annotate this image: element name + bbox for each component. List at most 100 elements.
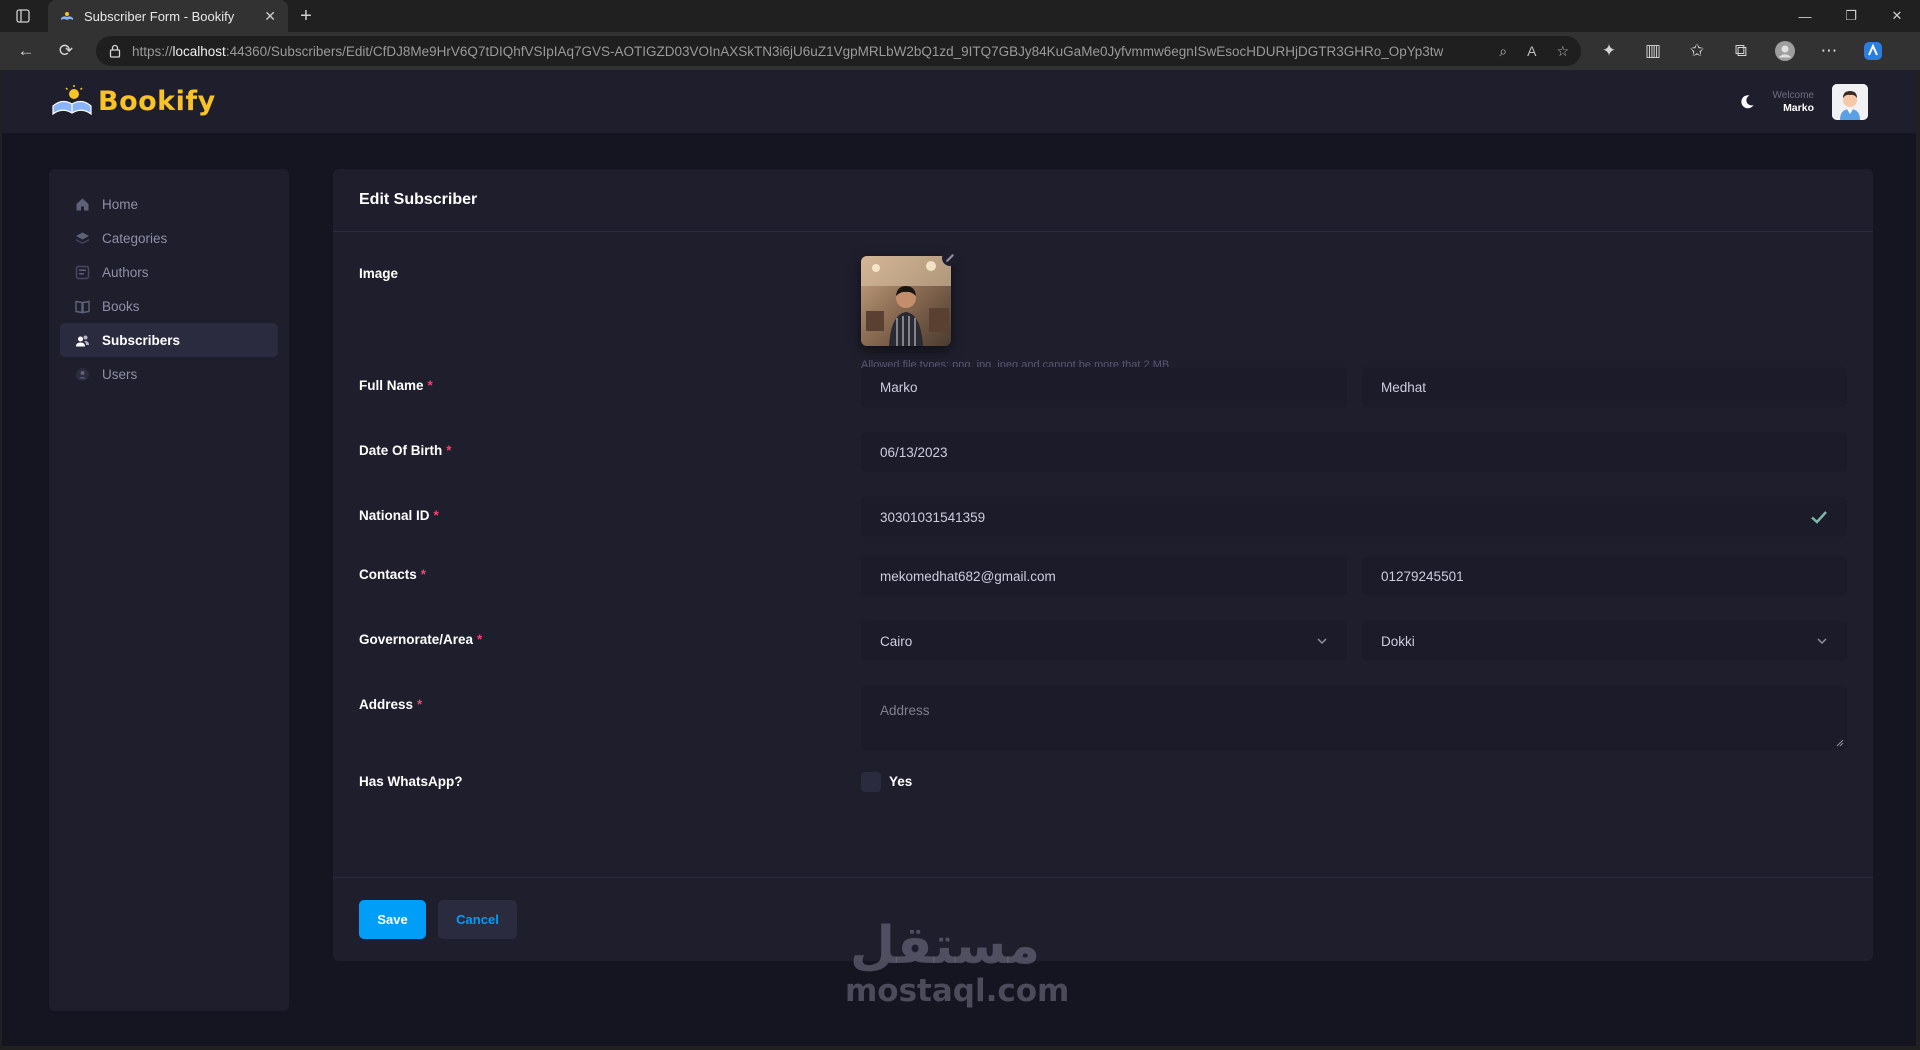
resize-handle-icon[interactable] — [1836, 739, 1844, 747]
sidebar-item-subscribers[interactable]: Subscribers — [60, 323, 278, 357]
extensions-button[interactable]: ✦ — [1591, 36, 1627, 66]
address-label-text: Address — [359, 697, 414, 712]
url-path: :44360/Subscribers/Edit/CfDJ8Me9HrV6Q7tD… — [225, 43, 1444, 59]
governorate-value: Cairo — [880, 633, 913, 649]
favorites-button[interactable]: ✩ — [1679, 36, 1715, 66]
first-name-input[interactable]: Marko — [861, 367, 1347, 407]
email-field[interactable]: mekomedhat682@gmail.com — [861, 556, 1347, 596]
more-button[interactable]: ⋯ — [1811, 36, 1847, 66]
first-name-value: Marko — [880, 379, 918, 395]
governorate-select[interactable]: Cairo — [861, 621, 1347, 661]
copilot-button[interactable] — [1855, 36, 1891, 66]
last-name-input[interactable]: Medhat — [1362, 367, 1847, 407]
save-button[interactable]: Save — [359, 900, 426, 939]
required-mark: * — [446, 443, 452, 458]
subscriber-photo-image — [861, 256, 951, 346]
whatsapp-checkbox[interactable] — [861, 772, 881, 792]
sidebar-item-label: Books — [102, 298, 140, 314]
toolbar-right: ✦ ▥ ✩ ⧉ ⋯ — [1591, 36, 1891, 66]
avatar[interactable] — [1832, 83, 1868, 120]
national-id-label: National ID * — [359, 508, 439, 523]
restore-button[interactable]: ❐ — [1828, 0, 1874, 32]
moon-icon[interactable] — [1739, 94, 1755, 110]
puzzle-icon: ✦ — [1601, 41, 1617, 60]
required-mark: * — [420, 567, 427, 582]
phone-field[interactable]: 01279245501 — [1362, 556, 1847, 596]
favorite-star-icon[interactable]: ☆ — [1556, 43, 1569, 60]
split-screen-button[interactable]: ▥ — [1635, 36, 1671, 66]
back-button[interactable]: ← — [8, 36, 44, 66]
tab-close-icon[interactable]: ✕ — [264, 8, 276, 25]
subscriber-photo[interactable] — [861, 256, 951, 346]
lock-icon — [109, 44, 121, 58]
sidebar-item-books[interactable]: Books — [60, 289, 278, 323]
whatsapp-label: Has WhatsApp? — [359, 774, 463, 789]
full-name-label-text: Full Name — [359, 378, 424, 393]
zoom-icon[interactable]: ⌕ — [1499, 43, 1507, 60]
tab-actions-button[interactable] — [0, 0, 46, 32]
bookify-logo-icon — [52, 84, 92, 115]
sidebar-item-home[interactable]: Home — [60, 187, 278, 221]
tab-actions-icon — [16, 9, 30, 23]
national-id-value: 30301031541359 — [880, 509, 986, 525]
url-host: localhost — [172, 43, 226, 59]
sidebar-item-label: Categories — [102, 230, 168, 246]
refresh-icon: ⟳ — [58, 41, 74, 60]
governorate-area-label-text: Governorate/Area — [359, 632, 474, 647]
address-textarea[interactable]: Address — [861, 686, 1847, 750]
area-value: Dokki — [1381, 633, 1415, 649]
browser-toolbar: ← ⟳ https://localhost:44360/Subscribers/… — [0, 32, 1920, 70]
area-select[interactable]: Dokki — [1362, 621, 1847, 661]
subscribers-icon — [75, 333, 90, 348]
app-root: Bookify Welcome Marko Home Categories Au… — [2, 70, 1916, 1046]
restore-icon: ❐ — [1845, 8, 1857, 23]
whatsapp-option-label[interactable]: Yes — [889, 774, 912, 789]
read-aloud-icon[interactable]: A — [1527, 43, 1536, 60]
phone-value: 01279245501 — [1381, 568, 1464, 584]
window-controls: — ❐ ✕ — [1782, 0, 1920, 32]
collections-icon: ⧉ — [1734, 41, 1748, 60]
authors-icon — [75, 265, 90, 280]
sidebar-item-label: Home — [102, 196, 139, 212]
card-header: Edit Subscriber — [333, 169, 1873, 232]
national-id-input[interactable]: 30301031541359 — [861, 497, 1847, 537]
tab-title: Subscriber Form - Bookify — [84, 8, 235, 24]
edit-subscriber-card: Edit Subscriber Image Allowed file types… — [333, 169, 1873, 961]
avatar-illustration-icon — [1832, 83, 1868, 120]
address-url[interactable]: https://localhost:44360/Subscribers/Edit… — [132, 44, 1489, 59]
dob-label: Date Of Birth * — [359, 443, 452, 458]
welcome-block: Welcome Marko — [1773, 90, 1815, 114]
new-tab-button[interactable]: + — [288, 0, 324, 32]
address-bar[interactable]: https://localhost:44360/Subscribers/Edit… — [96, 36, 1581, 66]
sidebar-item-categories[interactable]: Categories — [60, 221, 278, 255]
header-right: Welcome Marko — [1739, 83, 1868, 120]
watermark-latin: mostaql.com — [845, 973, 1070, 1009]
cancel-button[interactable]: Cancel — [438, 900, 517, 939]
sidebar-item-label: Subscribers — [102, 332, 181, 348]
sidebar-item-label: Authors — [102, 264, 149, 280]
email-value: mekomedhat682@gmail.com — [880, 568, 1056, 584]
page-title: Edit Subscriber — [359, 191, 478, 208]
minimize-button[interactable]: — — [1782, 0, 1828, 32]
date-of-birth-input[interactable]: 06/13/2023 — [861, 432, 1847, 472]
refresh-button[interactable]: ⟳ — [48, 36, 84, 66]
copilot-icon — [1864, 42, 1882, 60]
card-footer: Save Cancel — [333, 877, 1873, 961]
last-name-value: Medhat — [1381, 379, 1427, 395]
edit-pencil-icon[interactable] — [942, 250, 958, 266]
collections-button[interactable]: ⧉ — [1723, 36, 1759, 66]
valid-check-icon — [1811, 511, 1827, 524]
logo[interactable]: Bookify — [50, 84, 216, 120]
watermark-arabic: مستقل — [849, 916, 1041, 976]
form-body: Image Allowed file types: png, jpg, jpeg… — [333, 232, 1873, 877]
address-bar-actions: ⌕ A ☆ — [1499, 43, 1569, 60]
sidebar-item-authors[interactable]: Authors — [60, 255, 278, 289]
book-icon — [75, 299, 90, 314]
browser-tab-active[interactable]: Subscriber Form - Bookify ✕ — [48, 0, 288, 32]
app-header: Bookify Welcome Marko — [2, 70, 1916, 133]
profile-icon — [1775, 41, 1795, 61]
required-mark: * — [477, 632, 483, 647]
close-window-button[interactable]: ✕ — [1874, 0, 1920, 32]
sidebar-item-users[interactable]: Users — [60, 357, 278, 391]
profile-button[interactable] — [1767, 36, 1803, 66]
